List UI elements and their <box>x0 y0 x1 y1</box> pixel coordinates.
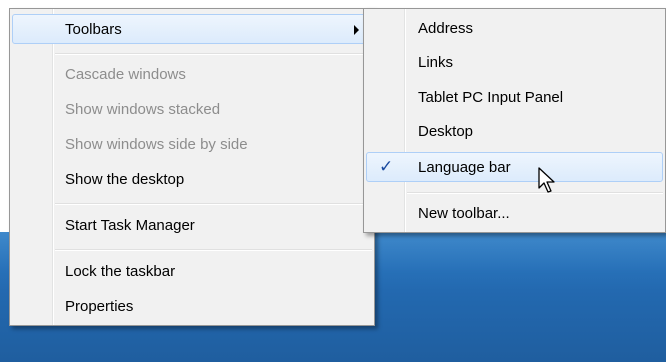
menu-separator <box>55 249 372 251</box>
mouse-pointer-icon <box>538 167 555 193</box>
menu-item-label: Lock the taskbar <box>65 263 176 280</box>
submenu-item-language-bar[interactable]: ✓ Language bar <box>366 152 663 182</box>
menu-item-label: Start Task Manager <box>65 217 195 234</box>
chevron-right-icon <box>354 25 359 35</box>
submenu-item-label: Links <box>418 54 454 71</box>
taskbar-context-menu: Toolbars Cascade windows Show windows st… <box>9 8 375 326</box>
menu-item-toolbars[interactable]: Toolbars <box>12 14 372 44</box>
menu-item-label: Show windows stacked <box>65 101 221 118</box>
menu-item-cascade-windows[interactable]: Cascade windows <box>12 60 372 90</box>
submenu-item-links[interactable]: Links <box>366 48 663 78</box>
menu-item-show-windows-stacked[interactable]: Show windows stacked <box>12 95 372 125</box>
menu-item-label: Cascade windows <box>65 66 186 83</box>
menu-item-label: Show the desktop <box>65 171 185 188</box>
checkmark-icon: ✓ <box>379 157 394 177</box>
menu-item-label: Show windows side by side <box>65 136 248 153</box>
menu-item-label: Properties <box>65 298 134 315</box>
menu-separator <box>55 203 372 205</box>
menu-separator <box>55 53 372 55</box>
menu-item-lock-the-taskbar[interactable]: Lock the taskbar <box>12 257 372 287</box>
toolbars-submenu: Address Links Tablet PC Input Panel Desk… <box>363 8 666 233</box>
submenu-item-label: Address <box>418 20 474 37</box>
menu-item-show-windows-side-by-side[interactable]: Show windows side by side <box>12 130 372 160</box>
menu-item-start-task-manager[interactable]: Start Task Manager <box>12 211 372 241</box>
menu-item-properties[interactable]: Properties <box>12 292 372 322</box>
menu-item-label: Toolbars <box>65 21 122 38</box>
submenu-item-label: Language bar <box>418 159 511 176</box>
submenu-item-address[interactable]: Address <box>366 14 663 44</box>
submenu-item-label: Tablet PC Input Panel <box>418 89 564 106</box>
submenu-item-new-toolbar[interactable]: New toolbar... <box>366 199 663 229</box>
submenu-item-tablet-pc-input-panel[interactable]: Tablet PC Input Panel <box>366 83 663 113</box>
submenu-item-label: Desktop <box>418 123 474 140</box>
submenu-item-desktop[interactable]: Desktop <box>366 117 663 147</box>
menu-item-show-the-desktop[interactable]: Show the desktop <box>12 165 372 195</box>
menu-separator <box>407 192 663 194</box>
submenu-item-label: New toolbar... <box>418 205 510 222</box>
